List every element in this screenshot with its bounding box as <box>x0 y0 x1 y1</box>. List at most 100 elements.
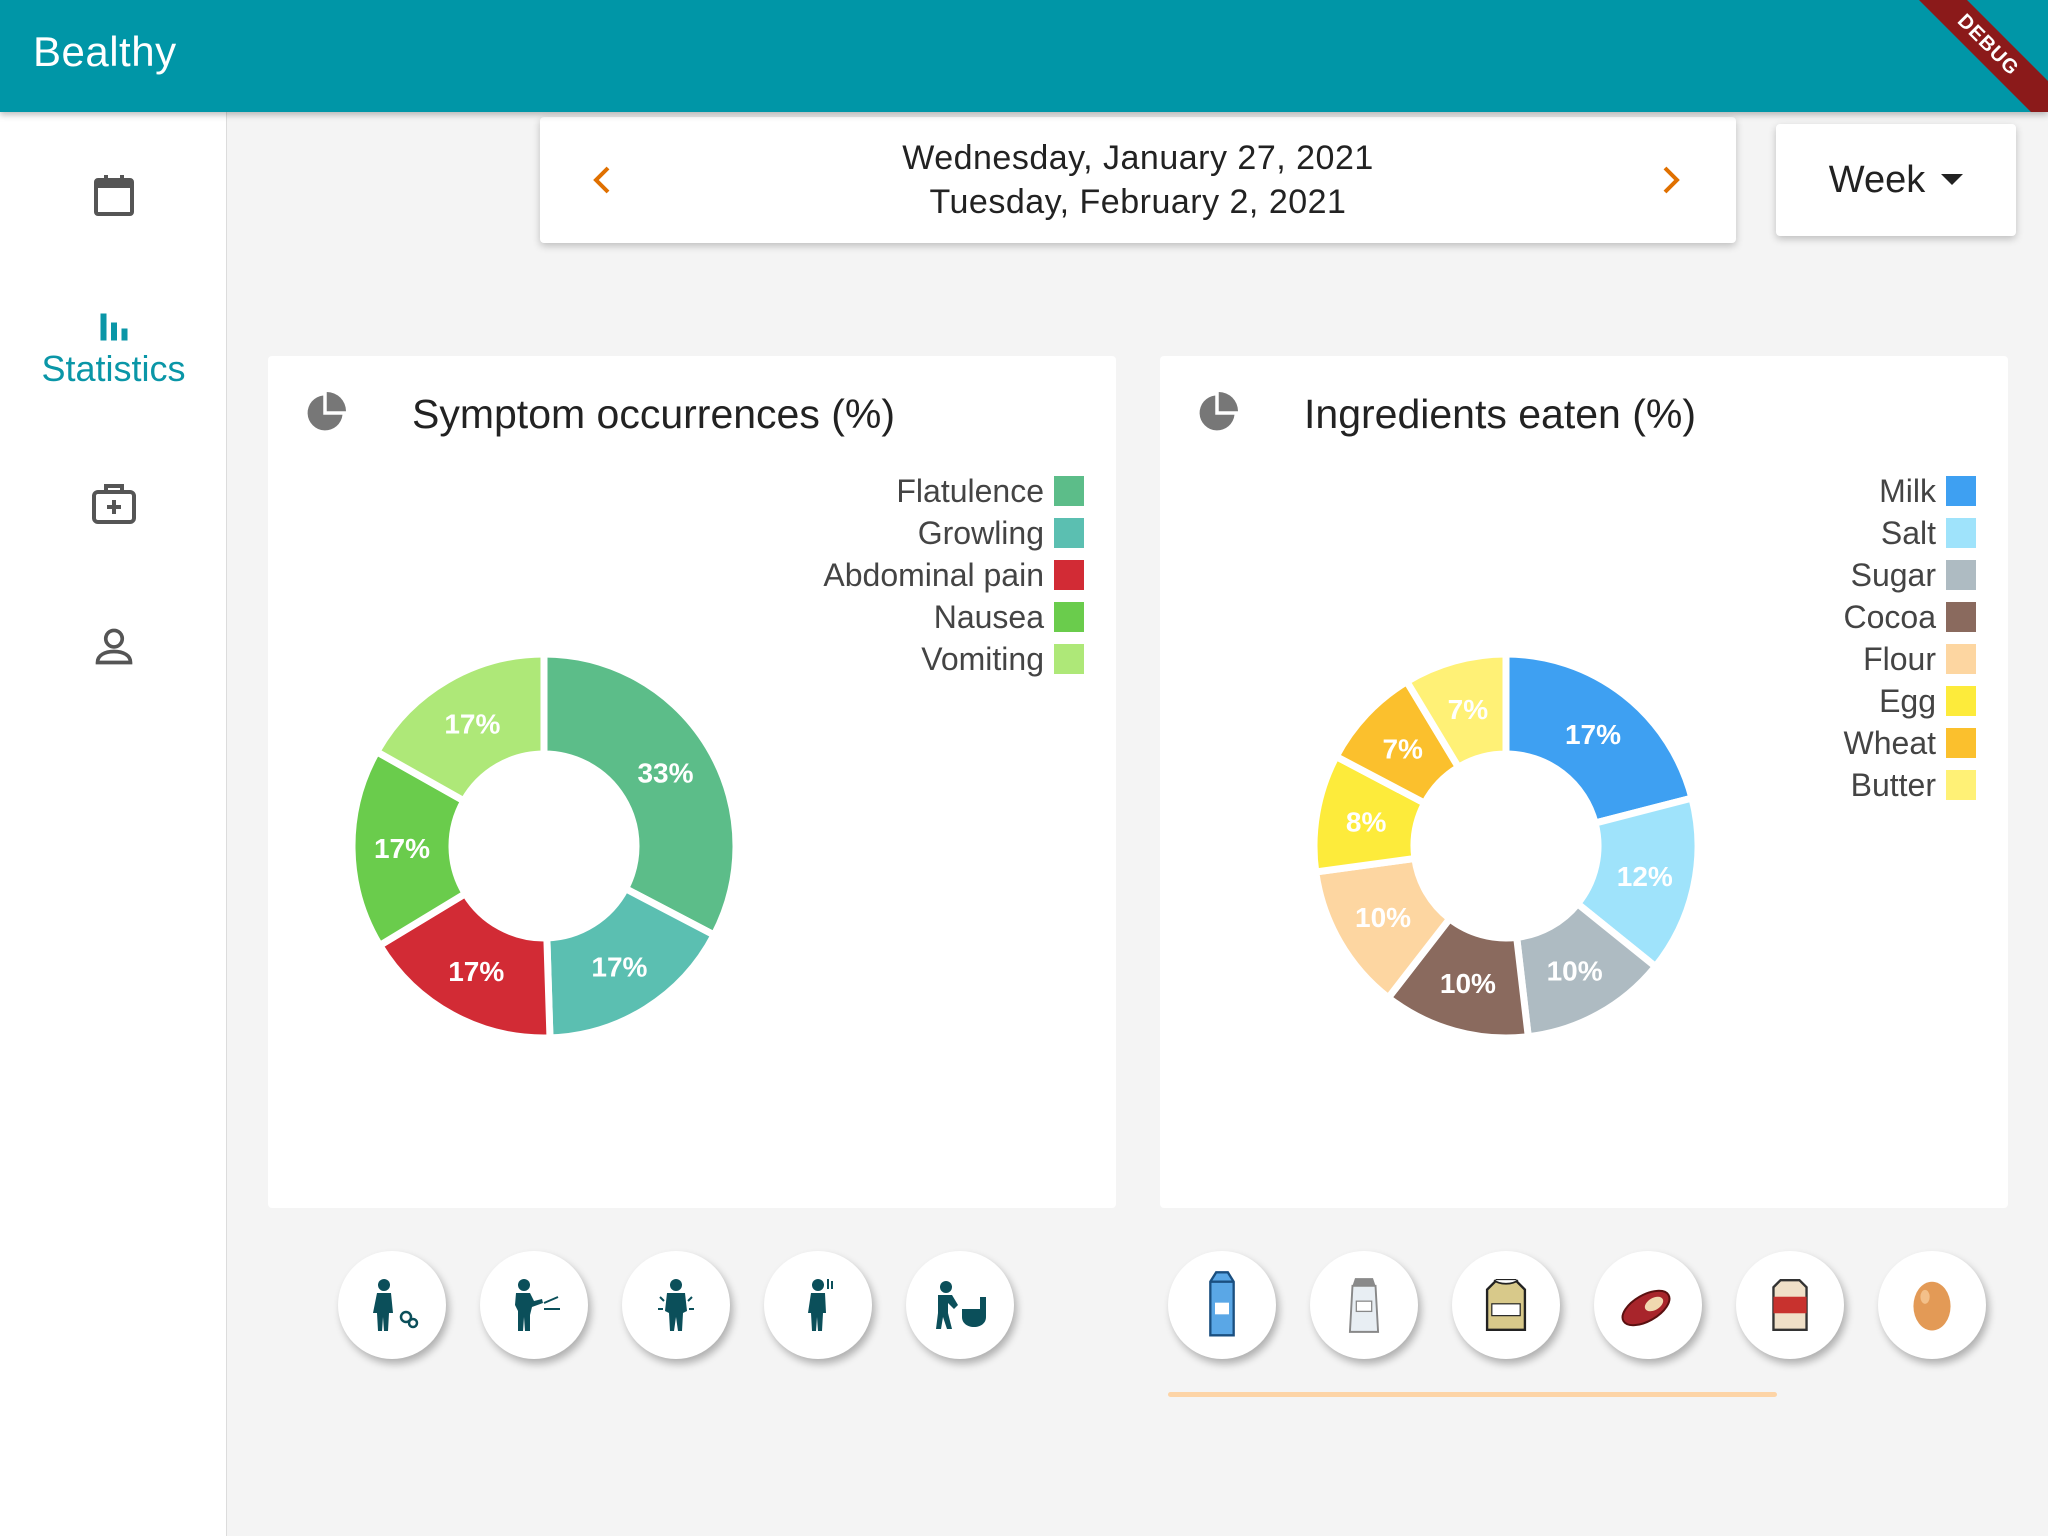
legend-swatch <box>1054 560 1084 590</box>
legend-entry-milk: Milk <box>1844 470 1976 512</box>
sidebar-item-medical[interactable] <box>0 480 227 528</box>
slice-label-sugar: 10% <box>1547 955 1603 986</box>
slice-label-nausea: 17% <box>374 833 430 864</box>
cocoa-icon <box>1621 1289 1671 1327</box>
nausea-icon <box>808 1279 833 1331</box>
legend-entry-abdominal-pain: Abdominal pain <box>823 554 1084 596</box>
flour-icon <box>1772 1279 1808 1331</box>
legend-entry-cocoa: Cocoa <box>1843 596 1976 638</box>
symptom-chart-title: Symptom occurrences (%) <box>412 391 896 437</box>
slice-label-butter: 7% <box>1448 694 1489 725</box>
slice-label-egg: 8% <box>1346 806 1387 837</box>
legend-entry-growling: Growling <box>823 512 1084 554</box>
legend-entry-butter: Butter <box>1844 764 1976 806</box>
slice-label-flour: 10% <box>1355 902 1411 933</box>
ingredient-donut-chart: 17% 12% 10% 10% 10% 8% 7% 7% <box>1310 650 1702 1042</box>
growling-icon <box>515 1279 560 1331</box>
legend-label: Flatulence <box>896 472 1044 509</box>
legend-label: Abdominal pain <box>823 556 1044 593</box>
date-range-end: Tuesday, February 2, 2021 <box>929 183 1347 221</box>
legend-label: Wheat <box>1843 724 1936 761</box>
legend-swatch <box>1054 518 1084 548</box>
date-range-card: Wednesday, January 27, 2021 Tuesday, Feb… <box>540 117 1736 243</box>
sidebar-item-profile[interactable] <box>0 624 227 668</box>
ingredient-sugar-button[interactable] <box>1452 1251 1560 1359</box>
ingredient-cocoa-button[interactable] <box>1594 1251 1702 1359</box>
legend-swatch <box>1946 560 1976 590</box>
symptom-legend: Flatulence Growling Abdominal pain Nausea Vo… <box>823 470 1084 680</box>
legend-swatch <box>1946 644 1976 674</box>
vomiting-icon <box>936 1281 986 1329</box>
legend-swatch <box>1946 518 1976 548</box>
symptom-chart-card: Symptom occurrences (%) Flatulence Growli… <box>268 356 1116 1208</box>
sidebar-nav: Statistics <box>0 112 227 1536</box>
milk-icon <box>1209 1271 1235 1337</box>
chevron-right-icon <box>1663 166 1680 194</box>
legend-label: Salt <box>1880 514 1936 551</box>
legend-label: Growling <box>917 514 1044 551</box>
symptom-vomiting-button[interactable] <box>906 1251 1014 1359</box>
sugar-icon <box>1485 1279 1527 1331</box>
date-range-start: Wednesday, January 27, 2021 <box>902 139 1374 177</box>
legend-swatch <box>1946 770 1976 800</box>
egg-icon <box>1913 1281 1951 1331</box>
legend-entry-wheat: Wheat <box>1843 722 1976 764</box>
app-bar: Bealthy DEBUG <box>0 0 2048 112</box>
dropdown-arrow-icon <box>1941 174 1964 185</box>
salt-icon <box>1348 1278 1380 1333</box>
slice-label-wheat: 7% <box>1382 734 1423 765</box>
legend-label: Egg <box>1879 682 1936 719</box>
ingredient-egg-button[interactable] <box>1878 1251 1986 1359</box>
legend-label: Butter <box>1850 766 1936 803</box>
slice-label-milk: 17% <box>1565 719 1621 750</box>
pie-chart-icon <box>307 392 346 431</box>
period-dropdown-value: Week <box>1828 158 1926 201</box>
legend-swatch <box>1946 602 1976 632</box>
slice-label-growling: 17% <box>591 951 647 982</box>
legend-swatch <box>1054 476 1084 506</box>
ingredient-flour-button[interactable] <box>1736 1251 1844 1359</box>
calendar-icon <box>93 175 134 216</box>
symptom-abdominal-pain-button[interactable] <box>622 1251 730 1359</box>
person-icon <box>95 628 132 665</box>
legend-label: Cocoa <box>1843 598 1937 635</box>
symptom-growling-button[interactable] <box>480 1251 588 1359</box>
ingredient-scroll-indicator <box>1168 1392 1777 1397</box>
ingredient-chart-card: Ingredients eaten (%) Milk Salt Sugar Cocoa… <box>1160 356 2008 1208</box>
next-period-button[interactable] <box>1646 155 1696 205</box>
symptom-donut-chart: 33% 17% 17% 17% 17% <box>348 650 740 1042</box>
debug-banner: DEBUG <box>1891 0 2048 112</box>
legend-label: Milk <box>1879 472 1936 509</box>
ingredient-chart-title: Ingredients eaten (%) <box>1304 391 1697 437</box>
slice-label-vomiting: 17% <box>444 708 500 739</box>
legend-swatch <box>1054 644 1084 674</box>
medical-case-icon <box>91 484 136 524</box>
legend-label: Nausea <box>933 598 1044 635</box>
legend-entry-egg: Egg <box>1844 680 1976 722</box>
bar-chart-icon <box>100 313 127 341</box>
sidebar-item-calendar[interactable] <box>0 172 227 220</box>
legend-swatch <box>1946 476 1976 506</box>
symptom-flatulence-button[interactable] <box>338 1251 446 1359</box>
sidebar-item-label: Statistics <box>41 348 186 389</box>
slice-label-salt: 12% <box>1617 861 1673 892</box>
legend-label: Vomiting <box>921 640 1044 677</box>
slice-label-flatulence: 33% <box>637 757 693 788</box>
symptom-nausea-button[interactable] <box>764 1251 872 1359</box>
sidebar-item-statistics[interactable]: Statistics <box>0 312 227 390</box>
abdominal-pain-icon <box>658 1279 694 1331</box>
ingredient-icon-strip[interactable] <box>1160 1230 2000 1390</box>
ingredient-salt-button[interactable] <box>1310 1251 1418 1359</box>
ingredient-milk-button[interactable] <box>1168 1251 1276 1359</box>
legend-swatch <box>1946 686 1976 716</box>
ingredient-legend: Milk Salt Sugar Cocoa Flour Egg Wheat Butter <box>1843 470 1976 806</box>
legend-entry-flour: Flour <box>1844 638 1976 680</box>
pie-chart-icon <box>1199 392 1238 431</box>
app-title: Bealthy <box>33 28 177 75</box>
period-dropdown[interactable]: Week <box>1776 124 2016 236</box>
legend-entry-sugar: Sugar <box>1844 554 1976 596</box>
legend-entry-salt: Salt <box>1844 512 1976 554</box>
slice-label-cocoa: 10% <box>1440 968 1496 999</box>
flatulence-icon <box>373 1279 419 1331</box>
slice-label-abdominal-pain: 17% <box>448 956 504 987</box>
